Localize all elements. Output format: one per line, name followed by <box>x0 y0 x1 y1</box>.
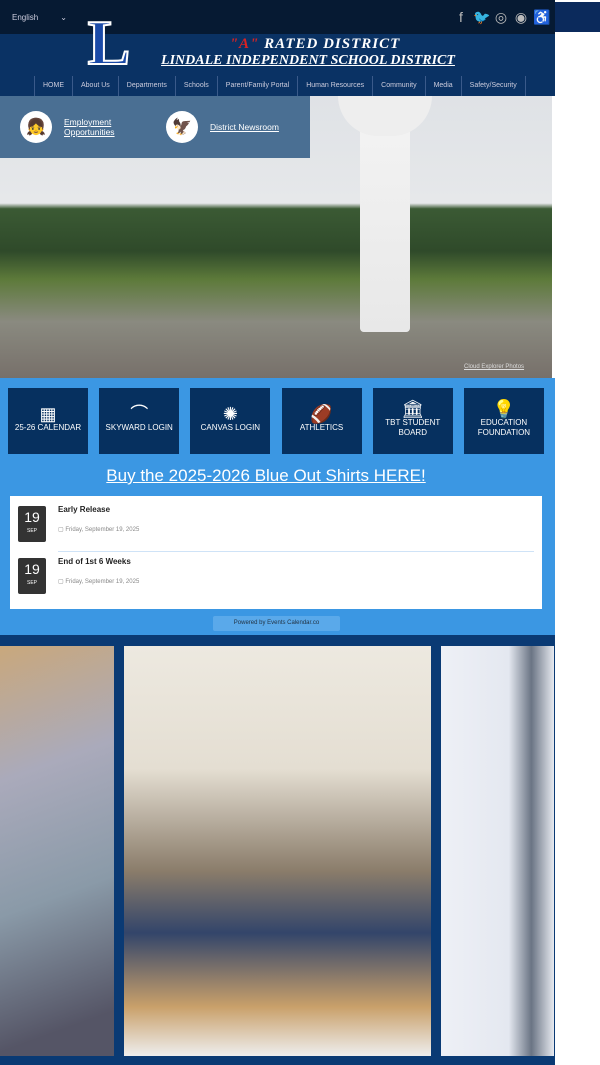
calendar-icon: ▦ <box>39 404 57 424</box>
tile-links: ▦ 25-26 CALENDAR ⌒ SKYWARD LOGIN ✺ CANVAS L… <box>8 388 544 454</box>
tile-education-foundation[interactable]: 💡 EDUCATION FOUNDATION <box>463 388 544 454</box>
newsroom-link[interactable]: 🦅 District Newsroom <box>166 111 279 143</box>
language-label: English <box>12 13 39 22</box>
event-item[interactable]: 19 SEP End of 1st 6 Weeks ▢ Friday, Septem… <box>18 556 534 604</box>
skyward-icon: ⌒ <box>130 404 149 424</box>
tile-calendar[interactable]: ▦ 25-26 CALENDAR <box>8 388 88 454</box>
rated-text: RATED DISTRICT <box>264 36 401 52</box>
tile-student-board[interactable]: 🏛 TBT STUDENT BOARD <box>372 388 453 454</box>
calendar-icon: ▢ <box>58 579 64 585</box>
event-month: SEP <box>26 580 37 586</box>
event-title[interactable]: Early Release <box>58 505 534 514</box>
twitter-icon[interactable]: 🐦 <box>473 9 490 26</box>
rated-district: "A" RATED DISTRICT <box>150 36 480 53</box>
app-icon[interactable]: ◉ <box>513 9 529 26</box>
canvas-icon: ✺ <box>222 404 238 424</box>
nav-about[interactable]: About Us <box>72 76 118 96</box>
event-date-badge: 19 SEP <box>18 558 46 594</box>
event-date: Friday, September 19, 2025 <box>65 579 140 585</box>
nav-home[interactable]: HOME <box>34 76 72 96</box>
quick-links: 👧 Employment Opportunities 🦅 District News… <box>0 96 310 158</box>
foundation-icon: 💡 <box>492 399 516 419</box>
header-extension <box>555 2 600 32</box>
nav-departments[interactable]: Departments <box>117 76 175 96</box>
board-icon: 🏛 <box>401 399 425 419</box>
accessibility-icon[interactable]: ♿ <box>533 9 550 26</box>
tile-canvas[interactable]: ✺ CANVAS LOGIN <box>190 388 271 454</box>
chevron-down-icon: ⌄ <box>60 13 67 22</box>
gallery-photo[interactable] <box>124 646 431 1056</box>
tile-label: 25-26 CALENDAR <box>14 423 82 432</box>
instagram-icon[interactable]: ◎ <box>493 9 509 26</box>
language-select[interactable]: English ⌄ <box>12 13 67 22</box>
powered-by-badge[interactable]: Powered by Events Calendar.co <box>213 616 340 631</box>
nav-schools[interactable]: Schools <box>174 76 217 96</box>
district-name[interactable]: LINDALE INDEPENDENT SCHOOL DISTRICT <box>148 53 468 69</box>
tile-athletics[interactable]: 🏈 ATHLETICS <box>281 388 362 454</box>
tile-label: EDUCATION FOUNDATION <box>477 418 531 437</box>
tile-label: ATHLETICS <box>299 423 344 432</box>
nav-parent-portal[interactable]: Parent/Family Portal <box>216 76 297 96</box>
event-day: 19 <box>24 509 40 525</box>
tile-label: TBT STUDENT BOARD <box>385 418 441 437</box>
employment-label: Employment Opportunities <box>64 117 115 137</box>
district-logo[interactable]: L <box>80 10 138 76</box>
eagle-icon: 🦅 <box>166 111 198 143</box>
water-tower-image <box>338 96 432 332</box>
employment-link[interactable]: 👧 Employment Opportunities <box>20 111 126 143</box>
kids-icon: 👧 <box>20 111 52 143</box>
event-day: 19 <box>24 561 40 577</box>
gallery-photo[interactable] <box>0 646 114 1056</box>
photo-credit[interactable]: Cloud Explorer Photos <box>464 364 524 370</box>
event-item[interactable]: 19 SEP Early Release ▢ Friday, September 1… <box>18 504 534 552</box>
tile-label: SKYWARD LOGIN <box>105 423 173 432</box>
nav-media[interactable]: Media <box>424 76 461 96</box>
calendar-icon: ▢ <box>58 527 64 533</box>
facebook-icon[interactable]: f <box>453 9 469 26</box>
tile-label: CANVAS LOGIN <box>200 423 261 432</box>
nav-community[interactable]: Community <box>372 76 424 96</box>
nav-safety[interactable]: Safety/Security <box>460 76 526 96</box>
main-nav: HOME About Us Departments Schools Parent… <box>0 76 555 96</box>
athletics-icon: 🏈 <box>310 404 333 424</box>
blue-out-shirts-link[interactable]: Buy the 2025-2026 Blue Out Shirts HERE! <box>0 466 532 486</box>
social-links: f 🐦 ◎ ◉ ♿ <box>453 9 550 26</box>
event-month: SEP <box>26 528 37 534</box>
gallery-photo[interactable] <box>441 646 554 1056</box>
event-date: Friday, September 19, 2025 <box>65 527 140 533</box>
newsroom-label: District Newsroom <box>210 122 279 132</box>
event-date-badge: 19 SEP <box>18 506 46 542</box>
rating-grade: "A" <box>229 36 260 52</box>
tile-skyward[interactable]: ⌒ SKYWARD LOGIN <box>99 388 180 454</box>
event-title[interactable]: End of 1st 6 Weeks <box>58 557 534 566</box>
events-calendar: 19 SEP Early Release ▢ Friday, September 1… <box>10 496 542 609</box>
nav-human-resources[interactable]: Human Resources <box>297 76 372 96</box>
